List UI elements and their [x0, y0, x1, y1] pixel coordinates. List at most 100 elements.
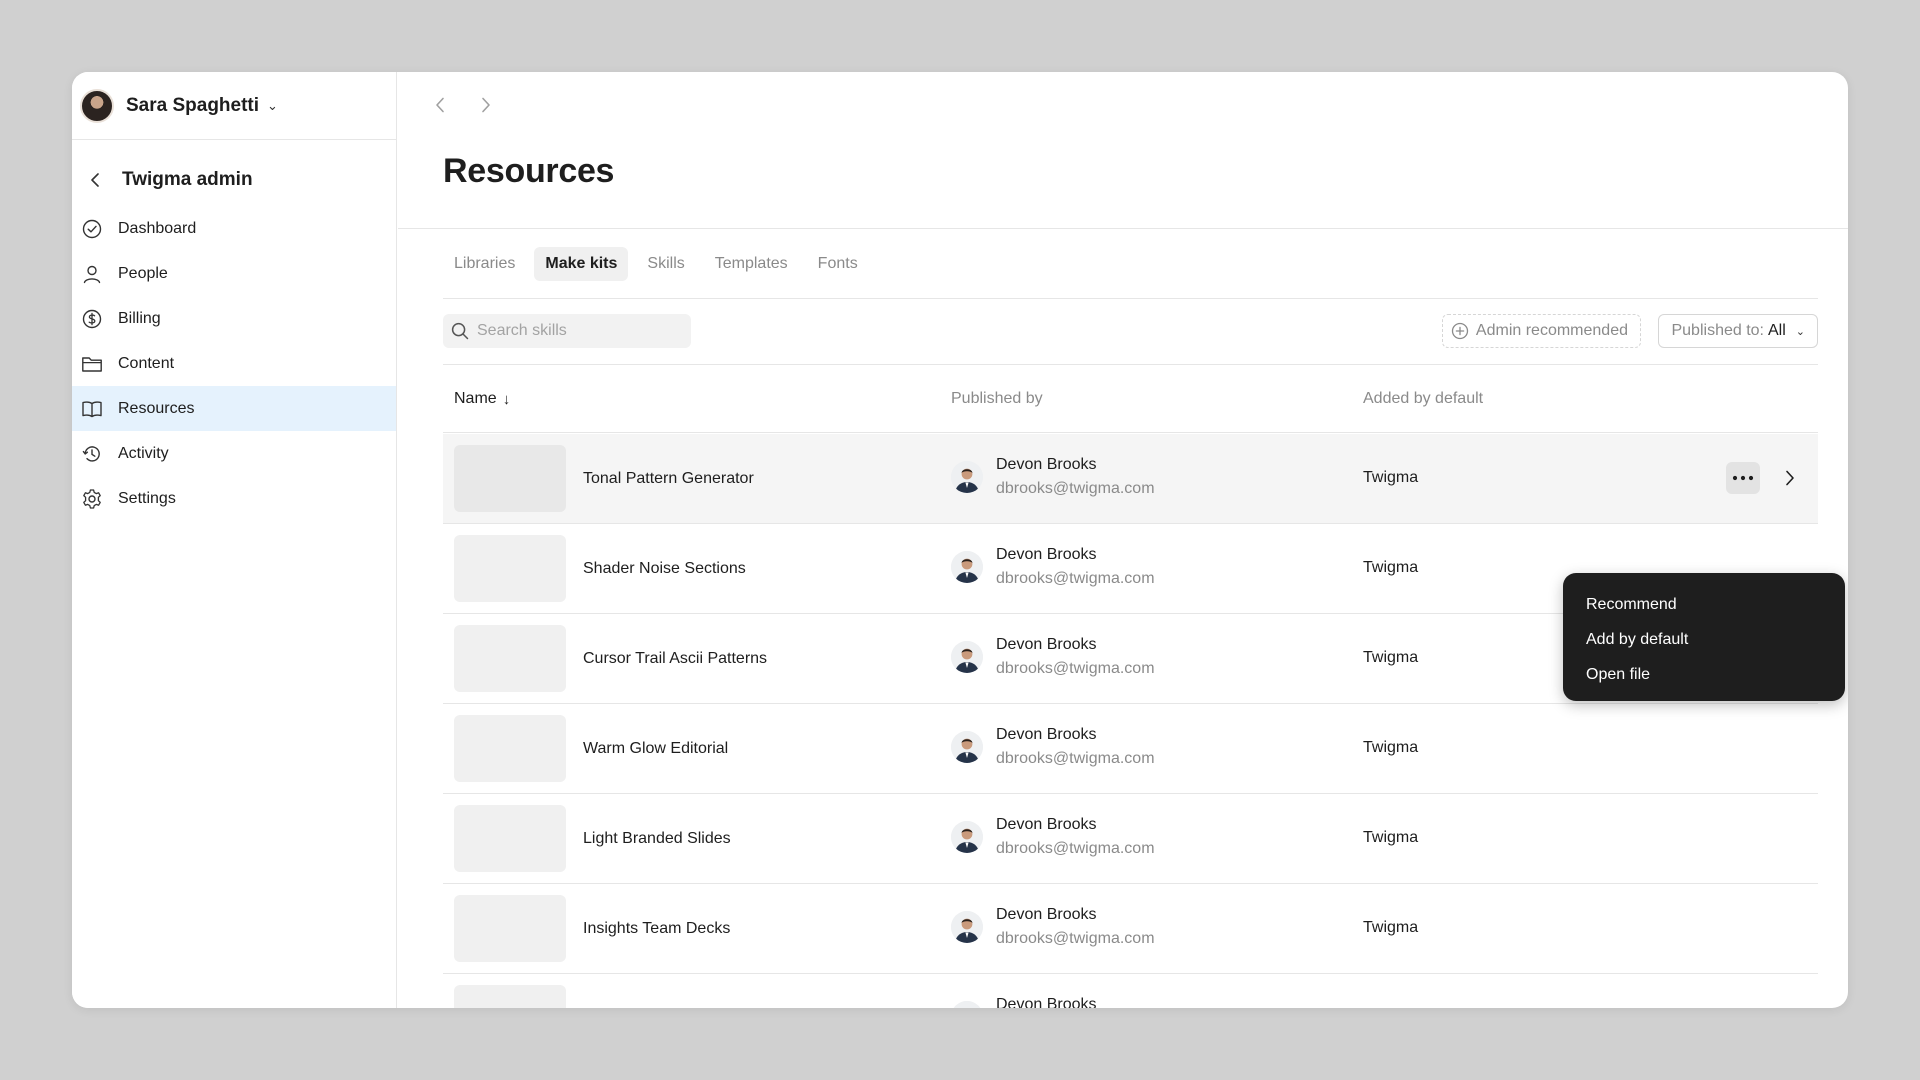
chevron-left-icon	[436, 97, 444, 113]
divider	[398, 228, 1848, 229]
added-by-default-value: Twigma	[1363, 919, 1419, 936]
sidebar-item-dashboard[interactable]: Dashboard	[72, 206, 396, 251]
org-title: Twigma admin	[122, 169, 253, 190]
sidebar-item-activity[interactable]: Activity	[72, 431, 396, 476]
column-header-name[interactable]: Name ↓	[454, 365, 510, 433]
publisher-email: dbrooks@twigma.com	[996, 480, 1155, 497]
publisher-name: Devon Brooks	[996, 906, 1097, 923]
publisher-avatar	[951, 1001, 983, 1008]
kit-name: Insights Team Decks	[583, 920, 731, 937]
open-row-button[interactable]	[1778, 466, 1802, 490]
admin-recommended-label: Admin recommended	[1475, 322, 1628, 339]
publisher-email: dbrooks@twigma.com	[996, 750, 1155, 767]
chevron-down-icon: ⌄	[1795, 325, 1805, 338]
publisher-avatar	[951, 641, 983, 673]
publisher-avatar	[951, 731, 983, 763]
publisher-email: dbrooks@twigma.com	[996, 930, 1155, 947]
book-icon	[80, 397, 104, 421]
table-row[interactable]: Tonal Pattern Generator Devon Brooks dbroo…	[443, 434, 1818, 524]
sidebar-item-content[interactable]: Content	[72, 341, 396, 386]
search-box[interactable]	[443, 314, 691, 348]
folder-icon	[80, 352, 104, 376]
forward-nav-button[interactable]	[474, 93, 498, 117]
back-button[interactable]	[82, 166, 110, 194]
table-header: Name ↓ Published by Added by default	[443, 365, 1818, 433]
kit-name: Light Branded Slides	[583, 830, 731, 847]
search-icon	[451, 322, 469, 340]
search-input[interactable]	[477, 322, 677, 340]
column-header-label: Name	[454, 390, 497, 407]
table-row[interactable]: Warm Glow Editorial Devon Brooks dbrooks@t…	[443, 704, 1818, 794]
dollar-circle-icon	[80, 307, 104, 331]
menu-item-add-by-default[interactable]: Add by default	[1563, 622, 1845, 657]
avatar	[80, 88, 114, 123]
column-header-added-by-default: Added by default	[1363, 390, 1484, 407]
kit-thumbnail	[454, 715, 566, 782]
sidebar-item-settings[interactable]: Settings	[72, 476, 396, 521]
added-by-default-value: Twigma	[1363, 649, 1419, 666]
publisher-email: dbrooks@twigma.com	[996, 840, 1155, 857]
publisher-name: Devon Brooks	[996, 456, 1097, 473]
more-options-button[interactable]	[1726, 462, 1760, 494]
table-row[interactable]: Insights Team Decks Devon Brooks dbrooks@t…	[443, 884, 1818, 974]
chevron-left-icon	[91, 173, 99, 187]
history-nav	[398, 72, 1848, 138]
gear-icon	[80, 487, 104, 511]
kit-thumbnail	[454, 895, 566, 962]
more-horizontal-icon	[1732, 475, 1754, 481]
kit-thumbnail	[454, 805, 566, 872]
kit-thumbnail	[454, 535, 566, 602]
sidebar-item-label: Dashboard	[118, 219, 197, 237]
account-name: Sara Spaghetti	[126, 94, 260, 116]
column-header-published-by: Published by	[951, 390, 1043, 407]
publisher-name: Devon Brooks	[996, 726, 1097, 743]
sidebar-item-people[interactable]: People	[72, 251, 396, 296]
chevron-right-icon	[482, 97, 490, 113]
org-header: Twigma admin	[72, 158, 396, 202]
plus-circle-icon	[1451, 322, 1469, 340]
sidebar-item-label: Settings	[118, 489, 176, 507]
added-by-default-value: Twigma	[1363, 829, 1419, 846]
sidebar-item-billing[interactable]: Billing	[72, 296, 396, 341]
menu-item-open-file[interactable]: Open file	[1563, 657, 1845, 692]
added-by-default-value: Twigma	[1363, 739, 1419, 756]
publisher-name: Devon Brooks	[996, 996, 1097, 1008]
kit-thumbnail	[454, 445, 566, 512]
sidebar-item-label: People	[118, 264, 168, 282]
table-toolbar: Admin recommended Published to: All ⌄	[443, 314, 1818, 348]
tab-skills[interactable]: Skills	[636, 247, 695, 281]
published-to-label: Published to:	[1671, 322, 1764, 339]
publisher-email: dbrooks@twigma.com	[996, 570, 1155, 587]
account-switcher[interactable]: Sara Spaghetti ⌄	[72, 72, 396, 140]
sidebar-item-label: Billing	[118, 309, 161, 327]
back-nav-button[interactable]	[428, 93, 452, 117]
publisher-name: Devon Brooks	[996, 816, 1097, 833]
table-body: Tonal Pattern Generator Devon Brooks dbroo…	[443, 434, 1818, 1008]
main-content: Resources Libraries Make kits Skills Tem…	[398, 72, 1848, 1008]
tab-make-kits[interactable]: Make kits	[534, 247, 629, 281]
tab-fonts[interactable]: Fonts	[807, 247, 869, 281]
history-icon	[80, 442, 104, 466]
page-title: Resources	[443, 152, 615, 190]
table-row[interactable]: Light Branded Slides Devon Brooks dbrooks@…	[443, 794, 1818, 884]
tab-libraries[interactable]: Libraries	[443, 247, 526, 281]
publisher-avatar	[951, 551, 983, 583]
kit-thumbnail	[454, 625, 566, 692]
sidebar-item-resources[interactable]: Resources	[72, 386, 396, 431]
check-circle-icon	[80, 217, 104, 241]
publisher-email: dbrooks@twigma.com	[996, 660, 1155, 677]
publisher-avatar	[951, 911, 983, 943]
sidebar-item-label: Resources	[118, 399, 195, 417]
kit-thumbnail	[454, 985, 566, 1008]
kit-name: Cursor Trail Ascii Patterns	[583, 650, 768, 667]
tab-templates[interactable]: Templates	[704, 247, 799, 281]
sidebar-item-label: Content	[118, 354, 175, 372]
kit-name: Shader Noise Sections	[583, 560, 746, 577]
admin-recommended-filter[interactable]: Admin recommended	[1441, 314, 1641, 348]
row-context-menu: Recommend Add by default Open file	[1563, 573, 1845, 701]
published-to-dropdown[interactable]: Published to: All ⌄	[1658, 314, 1818, 348]
table-row[interactable]: Devon Brooks	[443, 974, 1818, 1008]
menu-item-recommend[interactable]: Recommend	[1563, 587, 1845, 622]
app-window: Sara Spaghetti ⌄ Twigma admin Dashboard …	[72, 72, 1848, 1008]
divider	[443, 298, 1818, 299]
